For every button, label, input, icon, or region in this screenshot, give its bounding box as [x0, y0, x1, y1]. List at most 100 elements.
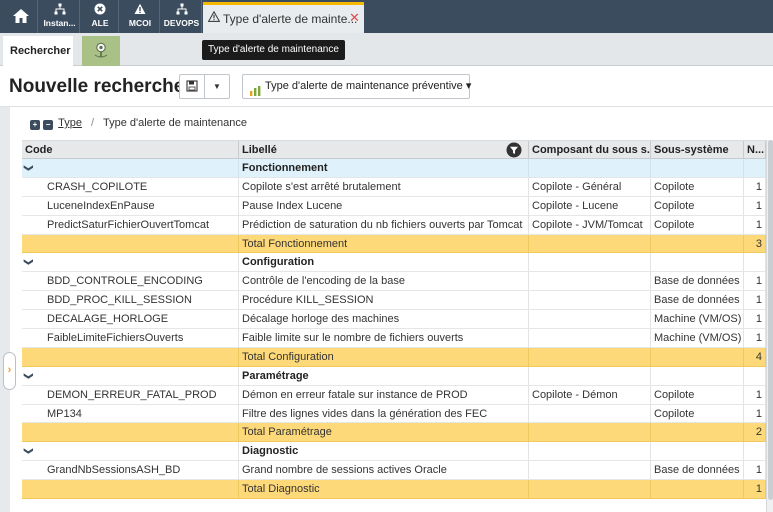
app-button-label: Instan... [43, 18, 76, 28]
cell-n: 1 [744, 385, 766, 404]
cell-sous-systeme: Machine (VM/OS) [651, 329, 744, 348]
cell-n: 1 [744, 291, 766, 310]
app-button-devops[interactable]: DEVOPS [162, 0, 202, 33]
empty-cell [22, 423, 239, 442]
collapse-all-icon[interactable]: − [43, 120, 54, 130]
app-button-ale[interactable]: ALE [82, 0, 119, 33]
search-toolbar: Nouvelle recherche ▼ Type d'alerte de ma… [0, 67, 773, 107]
total-row: Total Diagnostic 1 [22, 480, 773, 500]
chevron-down-icon[interactable]: ❯ [22, 442, 239, 461]
group-row[interactable]: ❯ Paramétrage [22, 366, 773, 386]
table-row[interactable]: LuceneIndexEnPause Pause Index Lucene Co… [22, 196, 773, 216]
chevron-down-icon[interactable]: ❯ [22, 253, 239, 272]
group-name: Configuration [239, 253, 529, 272]
tab-rechercher[interactable]: Rechercher [3, 36, 73, 66]
save-search-button[interactable] [179, 74, 205, 99]
view-selector-label: Type d'alerte de maintenance préventive [265, 80, 463, 92]
cell-libelle: Pause Index Lucene [239, 196, 529, 215]
empty-cell [22, 347, 239, 366]
table-row[interactable]: MP134 Filtre des lignes vides dans la gé… [22, 404, 773, 424]
table-row[interactable]: PredictSaturFichierOuvertTomcat Prédicti… [22, 215, 773, 235]
column-header-code[interactable]: Code [22, 141, 239, 159]
table-row[interactable]: DECALAGE_HORLOGE Décalage horloge des ma… [22, 310, 773, 330]
cell-code: DECALAGE_HORLOGE [22, 310, 239, 329]
empty-cell [651, 253, 744, 272]
tab-map[interactable] [82, 36, 120, 66]
group-row[interactable]: ❯ Configuration [22, 253, 773, 273]
table-row[interactable]: CRASH_COPILOTE Copilote s'est arrêté bru… [22, 177, 773, 197]
empty-cell [529, 159, 651, 177]
empty-cell [651, 366, 744, 385]
document-tab[interactable]: Type d'alerte de mainte... ✕ [203, 2, 364, 33]
view-selector[interactable]: Type d'alerte de maintenance préventive … [242, 74, 471, 99]
tooltip: Type d'alerte de maintenance [202, 40, 345, 60]
cell-code: BDD_CONTROLE_ENCODING [22, 272, 239, 291]
column-header-sous-systeme[interactable]: Sous-système [651, 141, 744, 159]
cell-sous-systeme: Machine (VM/OS) [651, 310, 744, 329]
empty-cell [744, 159, 766, 177]
breadcrumb-current: Type d'alerte de maintenance [102, 117, 247, 129]
table-row[interactable]: FaibleLimiteFichiersOuverts Faible limit… [22, 329, 773, 348]
table-row[interactable]: BDD_PROC_KILL_SESSION Procédure KILL_SES… [22, 291, 773, 311]
app-button-instances[interactable]: Instan... [40, 0, 80, 33]
total-count: 4 [744, 347, 766, 366]
cell-composant: Copilote - Lucene [529, 196, 651, 215]
empty-cell [651, 234, 744, 253]
cell-code: GrandNbSessionsASH_BD [22, 461, 239, 480]
column-header-libelle[interactable]: Libellé [239, 141, 529, 159]
cell-libelle: Procédure KILL_SESSION [239, 291, 529, 310]
chevron-down-icon[interactable]: ❯ [22, 159, 239, 177]
column-header-n[interactable]: N... [744, 141, 766, 159]
chevron-down-icon[interactable]: ❯ [22, 366, 239, 385]
app-button-mcoi[interactable]: MCOI [121, 0, 160, 33]
expand-all-icon[interactable]: + [30, 120, 40, 130]
cell-n: 1 [744, 310, 766, 329]
breadcrumb: + − Type / Type d'alerte de maintenance [30, 117, 247, 131]
close-icon[interactable]: ✕ [349, 10, 360, 26]
table-row[interactable]: GrandNbSessionsASH_BD Grand nombre de se… [22, 461, 773, 481]
cell-sous-systeme: Copilote [651, 196, 744, 215]
cell-composant: Copilote - Démon [529, 385, 651, 404]
table-row[interactable]: DEMON_ERREUR_FATAL_PROD Démon en erreur … [22, 385, 773, 405]
total-label: Total Paramétrage [239, 423, 529, 442]
cell-libelle: Faible limite sur le nombre de fichiers … [239, 329, 529, 348]
empty-cell [22, 480, 239, 499]
home-button[interactable] [5, 0, 38, 33]
cell-code: MP134 [22, 404, 239, 423]
cell-libelle: Grand nombre de sessions actives Oracle [239, 461, 529, 480]
cell-sous-systeme: Copilote [651, 404, 744, 423]
empty-cell [651, 442, 744, 461]
cell-n: 1 [744, 215, 766, 234]
empty-cell [529, 480, 651, 499]
group-name: Diagnostic [239, 442, 529, 461]
empty-cell [529, 442, 651, 461]
total-count: 1 [744, 480, 766, 499]
results-grid: Code Libellé Composant du sous s... Sous… [22, 140, 773, 512]
empty-cell [744, 442, 766, 461]
cell-code: FaibleLimiteFichiersOuverts [22, 329, 239, 348]
group-name: Fonctionnement [239, 159, 529, 177]
cell-code: PredictSaturFichierOuvertTomcat [22, 215, 239, 234]
group-row[interactable]: ❯ Fonctionnement [22, 159, 773, 178]
empty-cell [744, 366, 766, 385]
top-app-bar: Instan... ALE MCOI DEVOPS Type d'alerte … [0, 0, 773, 33]
save-options-dropdown[interactable]: ▼ [204, 74, 230, 99]
warning-icon [121, 0, 159, 18]
vertical-scrollbar[interactable] [766, 140, 773, 512]
cell-n: 1 [744, 461, 766, 480]
group-row[interactable]: ❯ Diagnostic [22, 442, 773, 462]
cell-libelle: Filtre des lignes vides dans la générati… [239, 404, 529, 423]
cell-code: BDD_PROC_KILL_SESSION [22, 291, 239, 310]
table-row[interactable]: BDD_CONTROLE_ENCODING Contrôle de l'enco… [22, 272, 773, 292]
column-header-composant[interactable]: Composant du sous s... [529, 141, 651, 159]
empty-cell [651, 347, 744, 366]
scrollbar-thumb[interactable] [768, 140, 773, 500]
empty-cell [529, 234, 651, 253]
cell-n: 1 [744, 329, 766, 348]
hierarchy-icon [40, 0, 79, 18]
cell-composant: Copilote - Général [529, 177, 651, 196]
page-title: Nouvelle recherche [9, 76, 185, 97]
breadcrumb-link-type[interactable]: Type [58, 117, 82, 129]
empty-cell [651, 159, 744, 177]
chevron-right-icon[interactable]: › [3, 352, 16, 390]
